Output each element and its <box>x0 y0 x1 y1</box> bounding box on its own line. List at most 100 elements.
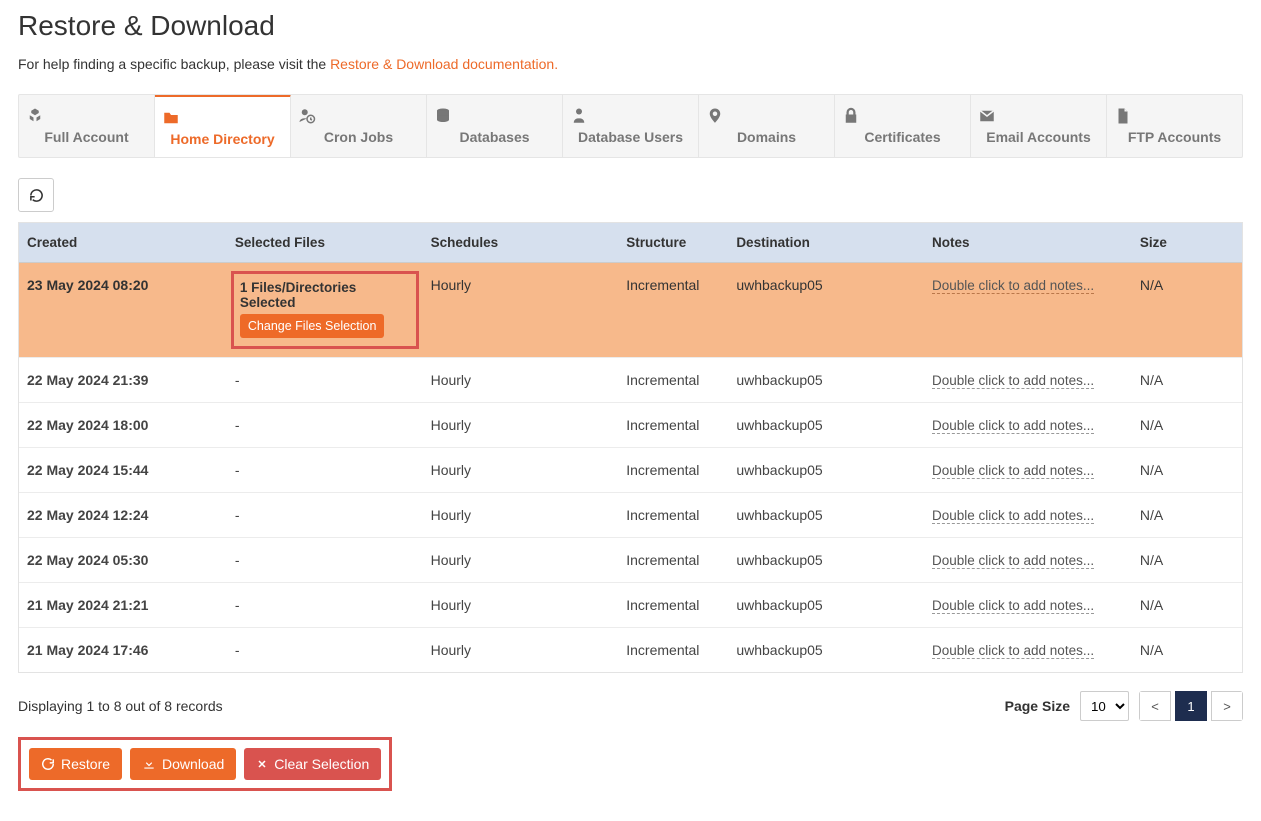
cell-notes[interactable]: Double click to add notes... <box>924 403 1132 448</box>
notes-placeholder[interactable]: Double click to add notes... <box>932 418 1094 434</box>
file-icon <box>1113 107 1236 125</box>
table-row[interactable]: 22 May 2024 05:30-HourlyIncrementaluwhba… <box>19 538 1242 583</box>
selected-files-empty: - <box>235 597 240 613</box>
col-schedules[interactable]: Schedules <box>423 223 619 263</box>
cell-notes[interactable]: Double click to add notes... <box>924 448 1132 493</box>
col-structure[interactable]: Structure <box>618 223 728 263</box>
cell-destination: uwhbackup05 <box>728 583 924 628</box>
col-size[interactable]: Size <box>1132 223 1242 263</box>
cell-selected: - <box>227 403 423 448</box>
tab-email-accounts[interactable]: Email Accounts <box>971 95 1107 157</box>
tab-label: Databases <box>459 129 529 145</box>
clear-selection-button[interactable]: Clear Selection <box>244 748 381 780</box>
help-prefix: For help finding a specific backup, plea… <box>18 56 330 72</box>
table-row[interactable]: 23 May 2024 08:201 Files/Directories Sel… <box>19 263 1242 358</box>
cell-notes[interactable]: Double click to add notes... <box>924 583 1132 628</box>
tab-certificates[interactable]: Certificates <box>835 95 971 157</box>
page-size-label: Page Size <box>1005 698 1070 714</box>
table-header-row: Created Selected Files Schedules Structu… <box>19 223 1242 263</box>
selected-files-empty: - <box>235 462 240 478</box>
col-notes[interactable]: Notes <box>924 223 1132 263</box>
cell-schedules: Hourly <box>423 538 619 583</box>
cell-structure: Incremental <box>618 538 728 583</box>
cell-selected: - <box>227 628 423 673</box>
cell-destination: uwhbackup05 <box>728 538 924 583</box>
folder-icon <box>161 109 284 127</box>
cell-schedules: Hourly <box>423 448 619 493</box>
table-row[interactable]: 21 May 2024 21:21-HourlyIncrementaluwhba… <box>19 583 1242 628</box>
cell-structure: Incremental <box>618 263 728 358</box>
cell-created: 22 May 2024 18:00 <box>19 403 227 448</box>
download-button[interactable]: Download <box>130 748 236 780</box>
tab-ftp-accounts[interactable]: FTP Accounts <box>1107 95 1242 157</box>
tab-databases[interactable]: Databases <box>427 95 563 157</box>
notes-placeholder[interactable]: Double click to add notes... <box>932 373 1094 389</box>
cell-size: N/A <box>1132 263 1242 358</box>
tab-cron-jobs[interactable]: Cron Jobs <box>291 95 427 157</box>
table-row[interactable]: 22 May 2024 18:00-HourlyIncrementaluwhba… <box>19 403 1242 448</box>
col-destination[interactable]: Destination <box>728 223 924 263</box>
download-label: Download <box>162 756 224 772</box>
notes-placeholder[interactable]: Double click to add notes... <box>932 508 1094 524</box>
cell-notes[interactable]: Double click to add notes... <box>924 263 1132 358</box>
category-tabs: Full Account Home Directory Cron Jobs Datab… <box>18 94 1243 158</box>
notes-placeholder[interactable]: Double click to add notes... <box>932 643 1094 659</box>
tab-label: Home Directory <box>170 131 274 147</box>
refresh-icon <box>29 188 44 203</box>
page-1-button[interactable]: 1 <box>1175 691 1207 721</box>
cell-selected: - <box>227 493 423 538</box>
page-size-select[interactable]: 10 <box>1080 691 1129 721</box>
cell-created: 23 May 2024 08:20 <box>19 263 227 358</box>
refresh-button[interactable] <box>18 178 54 212</box>
restore-button[interactable]: Restore <box>29 748 122 780</box>
col-created[interactable]: Created <box>19 223 227 263</box>
cell-size: N/A <box>1132 628 1242 673</box>
help-text: For help finding a specific backup, plea… <box>18 56 1243 72</box>
table-row[interactable]: 21 May 2024 17:46-HourlyIncrementaluwhba… <box>19 628 1242 673</box>
lock-icon <box>841 107 964 125</box>
tab-full-account[interactable]: Full Account <box>19 95 155 157</box>
cell-notes[interactable]: Double click to add notes... <box>924 493 1132 538</box>
cell-created: 21 May 2024 21:21 <box>19 583 227 628</box>
cell-destination: uwhbackup05 <box>728 493 924 538</box>
notes-placeholder[interactable]: Double click to add notes... <box>932 463 1094 479</box>
page-next-button[interactable]: > <box>1211 691 1243 721</box>
table-row[interactable]: 22 May 2024 15:44-HourlyIncrementaluwhba… <box>19 448 1242 493</box>
cell-schedules: Hourly <box>423 263 619 358</box>
selected-files-box: 1 Files/Directories SelectedChange Files… <box>231 271 419 349</box>
tab-domains[interactable]: Domains <box>699 95 835 157</box>
cell-destination: uwhbackup05 <box>728 358 924 403</box>
change-files-button[interactable]: Change Files Selection <box>240 314 385 338</box>
cell-schedules: Hourly <box>423 628 619 673</box>
table-row[interactable]: 22 May 2024 21:39-HourlyIncrementaluwhba… <box>19 358 1242 403</box>
cell-schedules: Hourly <box>423 493 619 538</box>
notes-placeholder[interactable]: Double click to add notes... <box>932 598 1094 614</box>
cell-notes[interactable]: Double click to add notes... <box>924 538 1132 583</box>
table-row[interactable]: 22 May 2024 12:24-HourlyIncrementaluwhba… <box>19 493 1242 538</box>
cell-created: 22 May 2024 21:39 <box>19 358 227 403</box>
selected-files-empty: - <box>235 372 240 388</box>
cell-created: 21 May 2024 17:46 <box>19 628 227 673</box>
close-icon <box>256 758 268 770</box>
tab-home-directory[interactable]: Home Directory <box>155 94 291 157</box>
records-status: Displaying 1 to 8 out of 8 records <box>18 698 223 714</box>
help-link[interactable]: Restore & Download documentation. <box>330 56 558 72</box>
cell-notes[interactable]: Double click to add notes... <box>924 628 1132 673</box>
download-icon <box>142 757 156 771</box>
tab-database-users[interactable]: Database Users <box>563 95 699 157</box>
cell-structure: Incremental <box>618 448 728 493</box>
page-prev-button[interactable]: < <box>1139 691 1171 721</box>
cell-size: N/A <box>1132 493 1242 538</box>
cell-structure: Incremental <box>618 493 728 538</box>
cell-size: N/A <box>1132 538 1242 583</box>
cell-destination: uwhbackup05 <box>728 263 924 358</box>
cell-created: 22 May 2024 12:24 <box>19 493 227 538</box>
col-selected[interactable]: Selected Files <box>227 223 423 263</box>
restore-label: Restore <box>61 756 110 772</box>
notes-placeholder[interactable]: Double click to add notes... <box>932 278 1094 294</box>
notes-placeholder[interactable]: Double click to add notes... <box>932 553 1094 569</box>
cell-notes[interactable]: Double click to add notes... <box>924 358 1132 403</box>
cell-destination: uwhbackup05 <box>728 628 924 673</box>
cell-schedules: Hourly <box>423 583 619 628</box>
cell-created: 22 May 2024 15:44 <box>19 448 227 493</box>
